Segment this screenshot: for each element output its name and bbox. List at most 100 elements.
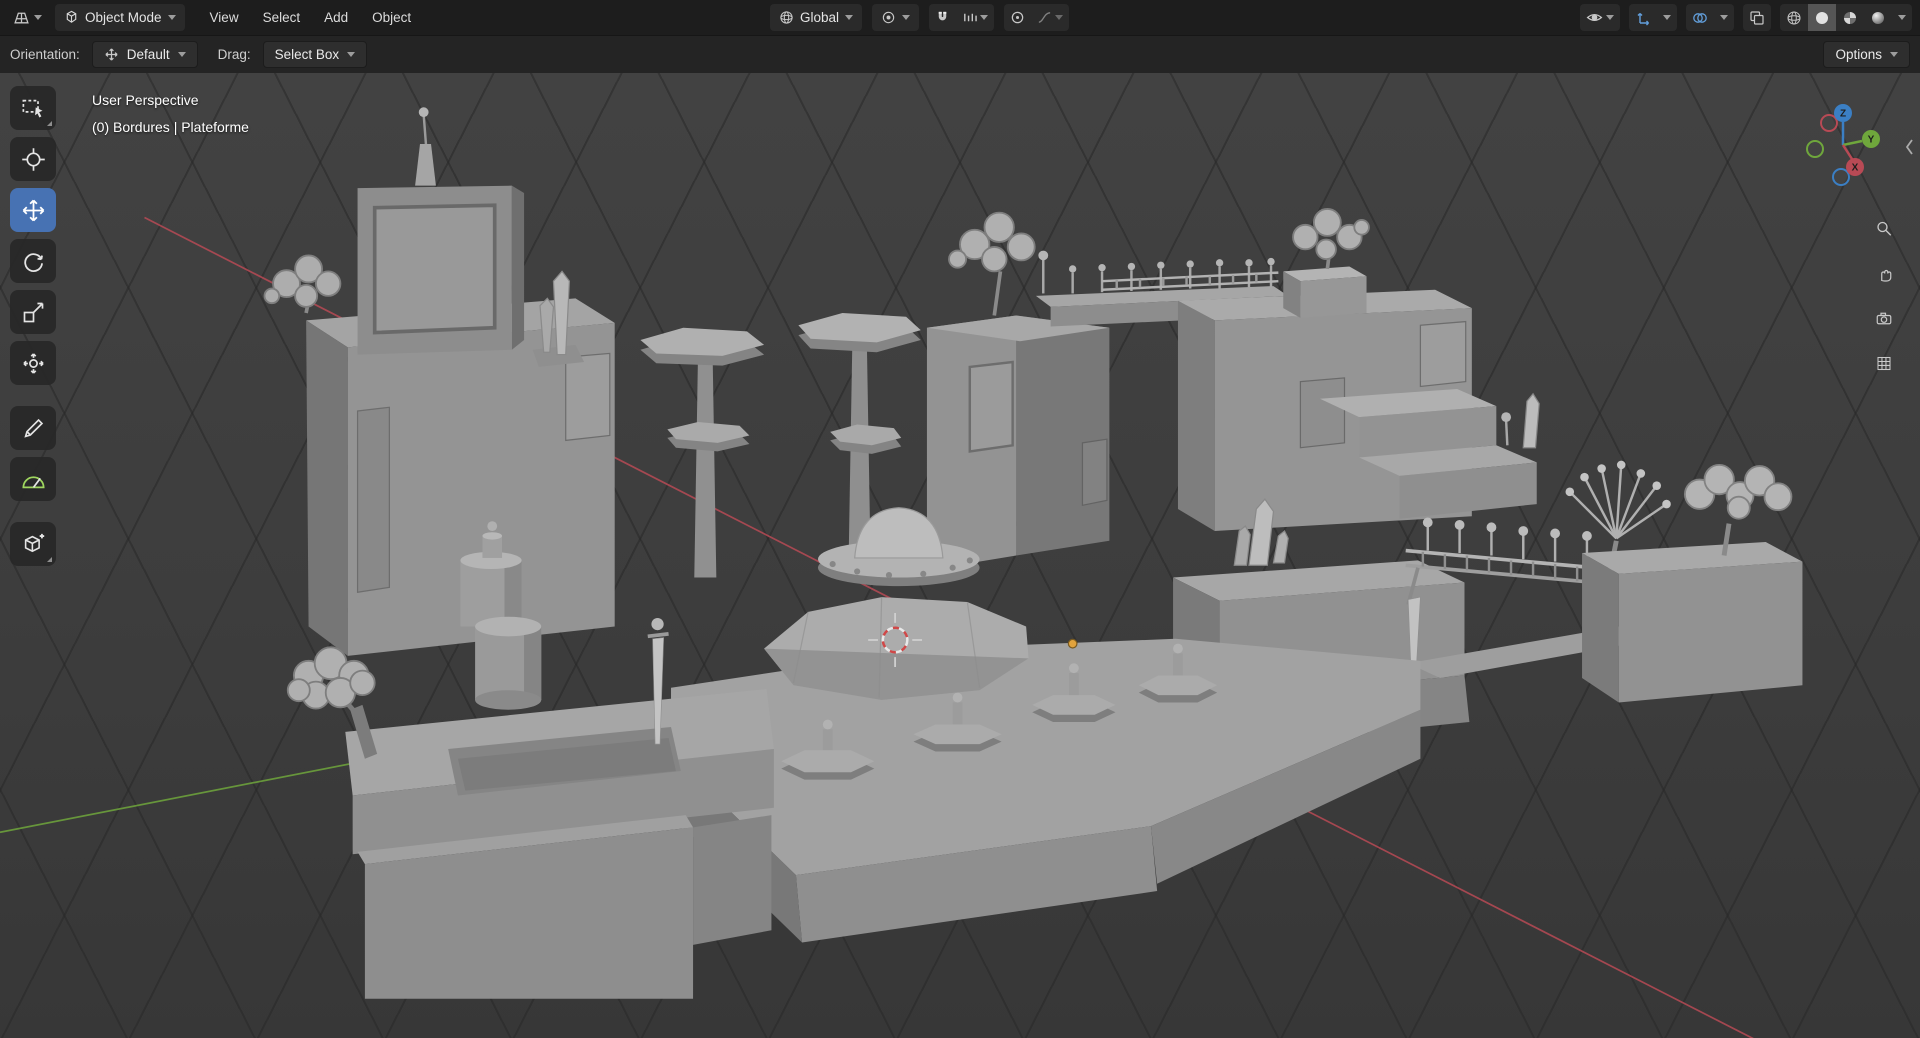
chevron-down-icon: [1606, 15, 1614, 20]
tool-add-cube[interactable]: [10, 522, 56, 566]
snap-settings-dropdown[interactable]: [956, 4, 994, 31]
gizmo-settings-dropdown[interactable]: [1657, 4, 1677, 31]
snap-toggle-button[interactable]: [929, 4, 956, 31]
tool-annotate[interactable]: [10, 406, 56, 450]
tool-select-box[interactable]: [10, 86, 56, 130]
shading-rendered-button[interactable]: [1864, 4, 1892, 31]
magnet-icon: [938, 11, 947, 21]
cube-icon: [66, 10, 77, 23]
toggle-orthographic-button[interactable]: [1869, 348, 1899, 378]
gizmo-y-label: Y: [1868, 135, 1875, 146]
scale-icon: [23, 302, 43, 322]
topbar: Object Mode View Select Add Object Globa…: [0, 0, 1920, 35]
chevron-down-icon: [177, 51, 186, 57]
eye-icon: [1586, 13, 1603, 22]
chevron-down-icon: [845, 15, 854, 20]
tool-scale[interactable]: [10, 290, 56, 334]
scene-tree-left: [263, 254, 342, 314]
pan-button[interactable]: [1869, 258, 1899, 288]
chevron-down-icon: [1898, 15, 1906, 20]
show-gizmo-toggle[interactable]: [1629, 4, 1657, 31]
scene-render: [0, 107, 1803, 1038]
rendered-sphere-icon: [1872, 11, 1884, 24]
solid-sphere-icon: [1816, 11, 1828, 24]
show-overlays-toggle[interactable]: [1686, 4, 1714, 31]
chevron-down-icon: [1720, 15, 1728, 20]
shading-mode-group: [1780, 4, 1912, 31]
shading-material-button[interactable]: [1836, 4, 1864, 31]
navigation-gizmo[interactable]: Z Y X: [1795, 97, 1891, 193]
shading-solid-button[interactable]: [1808, 4, 1836, 31]
select-box-icon: [22, 99, 42, 117]
camera-view-button[interactable]: [1869, 303, 1899, 333]
proportional-editing-toggle[interactable]: [1004, 4, 1031, 31]
viewport-header-text: User Perspective (0) Bordures | Platefor…: [92, 87, 249, 141]
transform-orientation-label: Global: [800, 10, 840, 25]
falloff-curve-icon: [1038, 12, 1051, 23]
scene-ground: [671, 638, 1421, 943]
view-controls: [1869, 213, 1899, 378]
active-collection-label: (0) Bordures | Plateforme: [92, 119, 249, 135]
scene-towers: [926, 211, 1110, 571]
material-sphere-icon: [1844, 11, 1856, 24]
object-visibility-dropdown[interactable]: [1580, 4, 1620, 31]
subtool-indicator: [47, 121, 52, 126]
subtool-indicator: [47, 557, 52, 562]
annotate-pencil-icon: [23, 418, 43, 438]
tool-cursor[interactable]: [10, 137, 56, 181]
mode-dropdown[interactable]: Object Mode: [55, 4, 185, 31]
overlays-settings-dropdown[interactable]: [1714, 4, 1734, 31]
view-perspective-label: User Perspective: [92, 92, 199, 108]
globe-icon: [780, 11, 793, 24]
snap-group: [929, 4, 995, 31]
tool-move[interactable]: [10, 188, 56, 232]
pivot-point-dropdown[interactable]: [872, 4, 920, 31]
cursor-icon: [21, 147, 45, 171]
chevron-down-icon: [34, 15, 42, 20]
chevron-down-icon: [167, 15, 176, 20]
tool-rotate[interactable]: [10, 239, 56, 283]
drag-select[interactable]: Select Box: [262, 40, 368, 68]
rotate-icon: [23, 252, 43, 272]
snapping-controls: Global: [770, 4, 1070, 31]
transform-orientation-dropdown[interactable]: Global: [770, 4, 863, 31]
menu-select[interactable]: Select: [252, 6, 312, 29]
mode-label: Object Mode: [85, 10, 162, 25]
gizmo-axis-z-negative[interactable]: [1832, 168, 1850, 186]
chevron-left-icon: [1905, 139, 1913, 155]
zoom-button[interactable]: [1869, 213, 1899, 243]
pivot-icon: [882, 11, 895, 24]
proportional-falloff-dropdown[interactable]: [1031, 4, 1069, 31]
chevron-down-icon: [1890, 51, 1898, 57]
object-origin-dot: [1067, 638, 1078, 649]
hand-icon: [1881, 269, 1892, 282]
xray-toggle[interactable]: [1743, 4, 1771, 31]
shading-wireframe-button[interactable]: [1780, 4, 1808, 31]
add-cube-icon: [24, 533, 44, 552]
chevron-down-icon: [1055, 15, 1064, 20]
gizmo-axis-y-negative[interactable]: [1806, 140, 1824, 158]
orientation-label: Orientation:: [10, 46, 80, 62]
sidebar-collapse-arrow[interactable]: [1901, 135, 1919, 162]
drag-label: Drag:: [217, 46, 251, 62]
viewport-editor-icon: [14, 12, 29, 24]
chevron-down-icon: [1663, 15, 1671, 20]
gizmo-axis-x-negative[interactable]: [1820, 114, 1838, 132]
scene-monument: [306, 107, 615, 656]
viewport-3d[interactable]: User Perspective (0) Bordures | Platefor…: [0, 73, 1920, 1038]
toolbar: [10, 86, 56, 566]
menu-object[interactable]: Object: [361, 6, 422, 29]
orientation-select[interactable]: Default: [91, 40, 198, 68]
menu-view[interactable]: View: [199, 6, 250, 29]
menu-add[interactable]: Add: [313, 6, 359, 29]
tool-transform[interactable]: [10, 341, 56, 385]
proportional-circle-icon: [1011, 11, 1024, 24]
editor-type-button[interactable]: [8, 6, 47, 29]
wireframe-sphere-icon: [1787, 11, 1801, 24]
tool-measure[interactable]: [10, 457, 56, 501]
tool-settings-bar: Orientation: Default Drag: Select Box Op…: [0, 35, 1920, 73]
shading-settings-dropdown[interactable]: [1892, 4, 1912, 31]
grid-icon: [1877, 356, 1891, 370]
scene-front-tree: [286, 646, 378, 759]
options-button[interactable]: Options: [1823, 40, 1910, 68]
